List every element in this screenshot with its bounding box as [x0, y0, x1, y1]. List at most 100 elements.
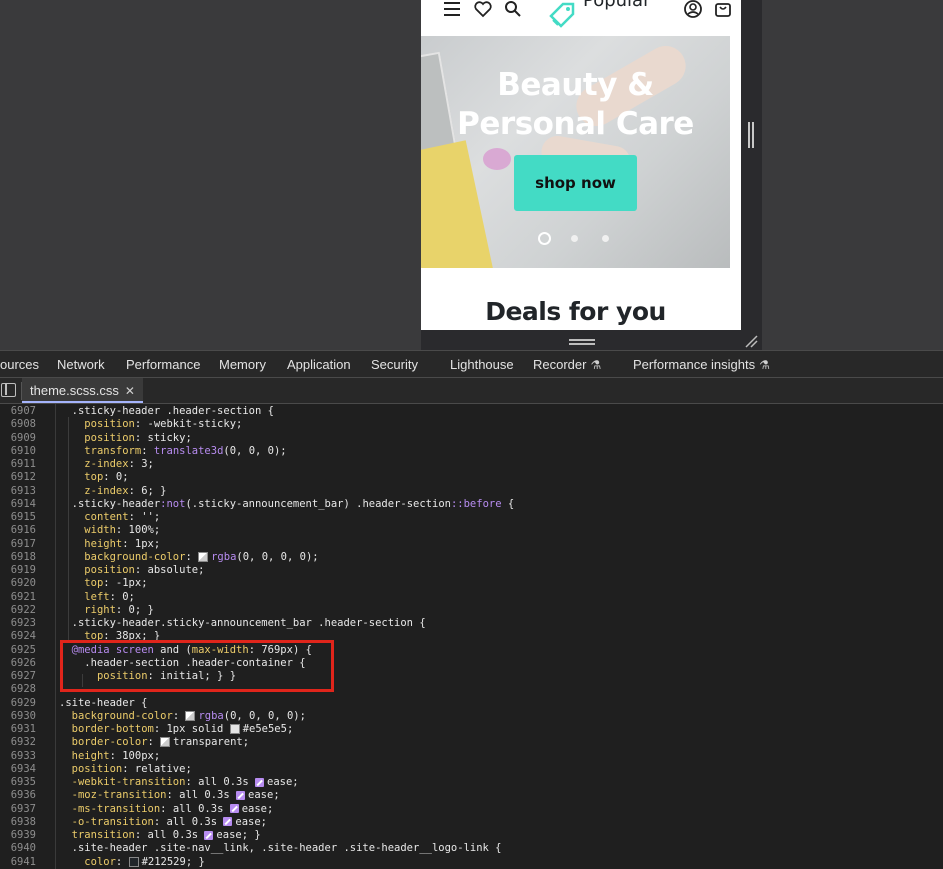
carousel-dot[interactable] — [571, 235, 578, 242]
tab-application[interactable]: Application — [287, 351, 351, 378]
tab-performance[interactable]: Performance — [126, 351, 200, 378]
line-number: 6935 — [10, 776, 36, 788]
code-text: height: 100px; — [71, 749, 161, 762]
code-text: .site-header .site-nav__link, .site-head… — [59, 842, 502, 855]
devtools-tabbar: ources Network Performance Memory Applic… — [0, 350, 943, 380]
search-icon[interactable] — [502, 0, 524, 20]
code-line[interactable]: 6938 -o-transition: all 0.3s ease; — [0, 815, 267, 829]
flask-icon: ⚗ — [590, 358, 602, 372]
code-line[interactable]: 6918 background-color: rgba(0, 0, 0, 0); — [0, 550, 319, 564]
logo-text: Popular — [583, 0, 651, 11]
code-text: border-bottom: 1px solid #e5e5e5; — [71, 723, 294, 735]
code-line[interactable]: 6921 left: 0; — [0, 591, 135, 604]
carousel-dot[interactable] — [538, 232, 551, 245]
file-tabbar: theme.scss.css ✕ — [0, 378, 943, 404]
code-line[interactable]: 6914 .sticky-header:not(.sticky-announce… — [0, 498, 515, 511]
line-number: 6920 — [10, 577, 36, 590]
line-number: 6931 — [10, 723, 36, 735]
code-line[interactable]: 6925 @media screen and (max-width: 769px… — [0, 644, 312, 657]
tab-label: Lighthouse — [450, 357, 514, 372]
code-line[interactable]: 6927 position: initial; } } — [0, 670, 236, 683]
code-editor[interactable]: 6907 .sticky-header .header-section {690… — [0, 404, 943, 869]
line-number: 6924 — [10, 630, 36, 643]
code-text: .sticky-header .header-section { — [59, 405, 274, 417]
line-number: 6908 — [10, 418, 36, 431]
code-line[interactable]: 6920 top: -1px; — [0, 577, 148, 590]
line-number: 6932 — [10, 736, 36, 749]
line-number: 6907 — [10, 405, 36, 417]
code-text: transition: all 0.3s ease; } — [71, 829, 261, 841]
code-text: position: -webkit-sticky; — [84, 418, 243, 431]
code-text: -moz-transition: all 0.3s ease; — [71, 789, 280, 802]
tab-lighthouse[interactable]: Lighthouse — [450, 351, 514, 378]
line-number: 6910 — [10, 444, 36, 457]
tab-network[interactable]: Network — [57, 351, 105, 378]
code-line[interactable]: 6928 — [0, 683, 36, 696]
code-line[interactable]: 6940 .site-header .site-nav__link, .site… — [0, 842, 502, 855]
code-line[interactable]: 6912 top: 0; — [0, 471, 129, 484]
resize-handle-right[interactable] — [748, 122, 754, 148]
tab-label: Security — [371, 357, 418, 372]
tab-recorder[interactable]: Recorder ⚗ — [533, 351, 601, 378]
code-line[interactable]: 6915 content: ''; — [0, 511, 160, 524]
code-line[interactable]: 6933 height: 100px; — [0, 750, 160, 763]
menu-icon[interactable] — [441, 0, 463, 20]
heart-icon[interactable] — [472, 0, 494, 20]
code-text: border-color: transparent; — [71, 736, 250, 749]
code-line[interactable]: 6926 .header-section .header-container { — [0, 657, 306, 670]
line-number: 6918 — [10, 550, 36, 563]
code-text: .site-header { — [59, 696, 148, 709]
code-text: -ms-transition: all 0.3s ease; — [71, 802, 274, 815]
code-text: width: 100%; — [84, 524, 161, 537]
code-line[interactable]: 6911 z-index: 3; — [0, 458, 154, 471]
code-line[interactable]: 6909 position: sticky; — [0, 432, 192, 445]
code-line[interactable]: 6939 transition: all 0.3s ease; } — [0, 829, 261, 842]
code-line[interactable]: 6916 width: 100%; — [0, 524, 160, 537]
resize-handle-bottom[interactable] — [569, 339, 595, 345]
store-logo[interactable]: Popular — [545, 0, 651, 32]
code-text: top: -1px; — [84, 577, 148, 590]
tab-sources[interactable]: ources — [0, 351, 40, 380]
code-line[interactable]: 6923 .sticky-header.sticky-announcement_… — [0, 617, 426, 630]
hero-title-line: Personal Care — [457, 106, 694, 142]
hero-decor — [483, 148, 511, 170]
code-line[interactable]: 6941 color: #212529; } — [0, 856, 205, 869]
hero-title: Beauty & Personal Care — [421, 66, 730, 144]
tab-security[interactable]: Security — [371, 351, 418, 378]
code-line[interactable]: 6935 -webkit-transition: all 0.3s ease; — [0, 776, 299, 789]
code-line[interactable]: 6917 height: 1px; — [0, 537, 160, 551]
code-line[interactable]: 6931 border-bottom: 1px solid #e5e5e5; — [0, 723, 294, 736]
code-line[interactable]: 6919 position: absolute; — [0, 564, 205, 577]
code-line[interactable]: 6910 transform: translate3d(0, 0, 0); — [0, 444, 287, 458]
code-line[interactable]: 6907 .sticky-header .header-section { — [0, 405, 274, 418]
shop-now-button[interactable]: shop now — [514, 155, 637, 211]
code-line[interactable]: 6913 z-index: 6; } — [0, 485, 167, 498]
flask-icon: ⚗ — [759, 358, 770, 372]
code-text: position: sticky; — [84, 431, 192, 444]
line-number: 6917 — [10, 537, 36, 550]
code-line[interactable]: 6924 top: 38px; } — [0, 630, 160, 643]
code-line[interactable]: 6937 -ms-transition: all 0.3s ease; — [0, 803, 274, 816]
tab-label: Application — [287, 357, 351, 372]
carousel-dot[interactable] — [602, 235, 609, 242]
code-line[interactable]: 6932 border-color: transparent; — [0, 736, 249, 749]
code-line[interactable]: 6929 .site-header { — [0, 697, 148, 710]
code-line[interactable]: 6908 position: -webkit-sticky; — [0, 418, 243, 431]
code-line[interactable]: 6930 background-color: rgba(0, 0, 0, 0); — [0, 710, 306, 723]
tab-memory[interactable]: Memory — [219, 351, 266, 378]
code-line[interactable]: 6922 right: 0; } — [0, 604, 154, 617]
sidebar-toggle-icon[interactable] — [1, 383, 16, 397]
line-number: 6938 — [10, 815, 36, 828]
file-tab[interactable]: theme.scss.css ✕ — [22, 378, 143, 403]
tab-performance-insights[interactable]: Performance insights ⚗ — [633, 351, 770, 378]
line-number: 6923 — [10, 617, 36, 629]
code-line[interactable]: 6934 position: relative; — [0, 763, 192, 776]
tab-label: Recorder — [533, 357, 587, 372]
line-number: 6927 — [10, 670, 36, 682]
code-line[interactable]: 6936 -moz-transition: all 0.3s ease; — [0, 789, 280, 802]
account-icon[interactable] — [682, 0, 704, 20]
close-icon[interactable]: ✕ — [125, 384, 135, 398]
corner-resize-icon[interactable] — [744, 334, 758, 348]
cart-icon[interactable] — [712, 0, 734, 20]
carousel-dots — [538, 232, 618, 245]
